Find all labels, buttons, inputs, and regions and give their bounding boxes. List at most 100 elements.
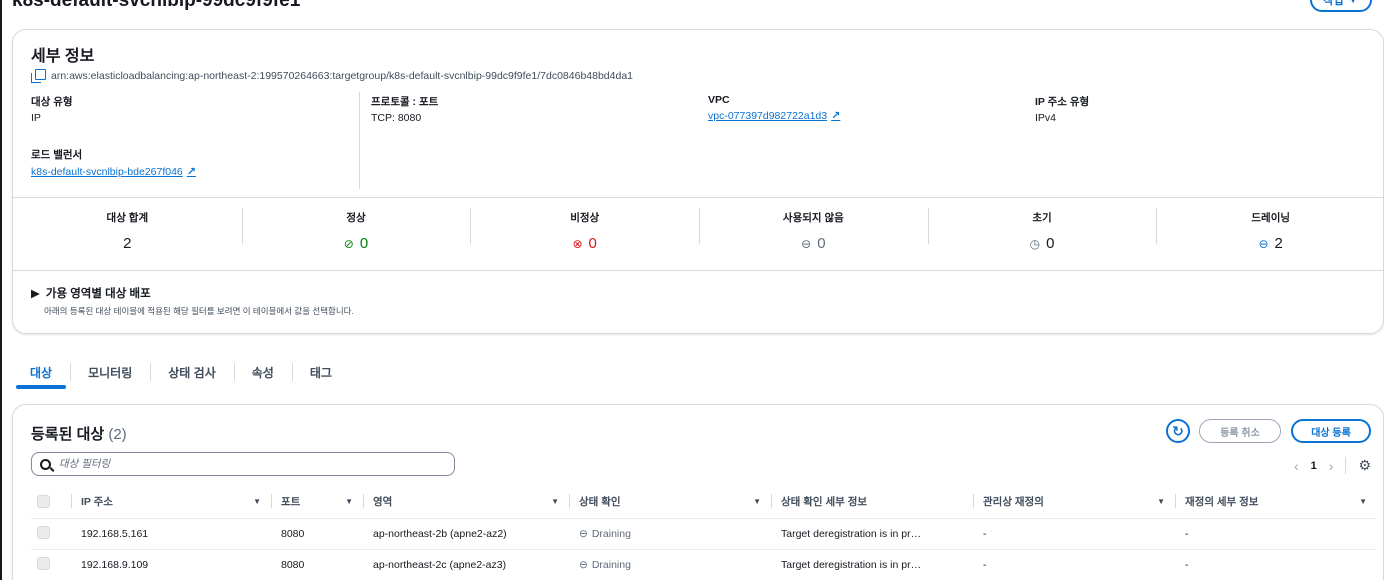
register-targets-button[interactable]: 대상 등록 xyxy=(1291,419,1371,443)
select-all-checkbox[interactable] xyxy=(37,494,50,508)
zone-cell: ap-northeast-2c (apne2-az3) xyxy=(373,558,507,571)
left-edge-rule xyxy=(0,0,2,580)
stat-label: 정상 xyxy=(346,212,366,224)
column-header-ip[interactable]: IP 주소 ▼ xyxy=(71,489,271,513)
stat-initial: 초기 ◷ 0 xyxy=(927,198,1157,270)
az-description: 아래의 등록된 대상 테이블에 적용된 해당 필터를 보려면 이 테이블에서 값… xyxy=(44,306,354,316)
column-header-zone[interactable]: 영역 ▼ xyxy=(363,489,569,513)
protocol-value: TCP: 8080 xyxy=(371,112,422,124)
gear-icon[interactable]: ⚙ xyxy=(1345,457,1371,474)
health-detail-cell: Target deregistration is in pr… xyxy=(781,558,922,571)
ip-cell: 192.168.5.161 xyxy=(81,527,149,540)
next-page-icon[interactable]: › xyxy=(1329,458,1334,474)
refresh-button[interactable]: ↻ xyxy=(1166,419,1190,443)
target-type-value: IP xyxy=(31,112,41,124)
tab-monitoring[interactable]: 모니터링 xyxy=(70,358,150,386)
stat-label: 초기 xyxy=(1032,212,1052,224)
vpc-link[interactable]: vpc-077397d982722a1d3 ↗ xyxy=(708,109,841,123)
stat-number: 0 xyxy=(817,235,826,252)
stat-label: 비정상 xyxy=(570,212,600,224)
ip-type-field: IP 주소 유형 IPv4 xyxy=(1035,94,1089,124)
minus-circle-icon: ⊖ xyxy=(1258,236,1269,251)
registered-targets-card: 등록된 대상 (2) ↻ 등록 취소 대상 등록 ‹ 1 › ⚙ IP 주소 ▼ … xyxy=(12,404,1384,580)
registered-targets-title: 등록된 대상 (2) xyxy=(31,423,127,444)
minus-circle-icon: ⊖ xyxy=(579,558,588,571)
az-toggle-label: 가용 영역별 대상 배포 xyxy=(45,288,151,300)
az-distribution-toggle[interactable]: ▶ 가용 영역별 대상 배포 xyxy=(31,285,151,301)
external-link-icon: ↗ xyxy=(186,166,196,178)
stat-draining: 드레이닝 ⊖ 2 xyxy=(1156,198,1384,270)
column-header-override-detail[interactable]: 재정의 세부 정보 ▼ xyxy=(1175,489,1377,513)
arn-row: arn:aws:elasticloadbalancing:ap-northeas… xyxy=(31,69,633,83)
actions-dropdown-button[interactable]: 작업 ▼ xyxy=(1310,0,1372,12)
tab-tags[interactable]: 태그 xyxy=(291,358,350,386)
column-label: 재정의 세부 정보 xyxy=(1185,495,1259,508)
protocol-field: 프로토콜 : 포트 TCP: 8080 xyxy=(371,94,438,124)
sort-icon: ▼ xyxy=(253,496,261,506)
row-checkbox[interactable] xyxy=(37,556,50,570)
sort-icon: ▼ xyxy=(1359,496,1367,506)
target-type-label: 대상 유형 xyxy=(31,96,73,108)
sort-icon: ▼ xyxy=(753,496,761,506)
health-cell: ⊖ Draining xyxy=(569,559,771,571)
tab-attributes[interactable]: 속성 xyxy=(233,358,292,386)
stat-healthy: 정상 ⊘ 0 xyxy=(241,198,471,270)
clock-icon: ◷ xyxy=(1029,236,1041,251)
select-all-cell xyxy=(31,489,71,513)
override-cell: - xyxy=(983,558,987,571)
stat-label: 대상 합계 xyxy=(106,212,149,224)
sort-icon: ▼ xyxy=(1157,496,1165,506)
ip-cell: 192.168.9.109 xyxy=(81,558,149,571)
row-checkbox[interactable] xyxy=(37,525,50,539)
column-label: 상태 확인 세부 정보 xyxy=(781,495,868,508)
registered-targets-count: (2) xyxy=(108,426,127,443)
previous-page-icon[interactable]: ‹ xyxy=(1294,458,1299,474)
port-cell: 8080 xyxy=(281,527,305,540)
tab-bar: 대상 모니터링 상태 검사 속성 태그 xyxy=(12,357,350,389)
copy-icon[interactable] xyxy=(31,69,46,83)
load-balancer-label: 로드 밸런서 xyxy=(31,149,83,161)
stat-number: 2 xyxy=(1274,235,1283,252)
actions-label: 작업 xyxy=(1323,0,1344,7)
row-select-cell xyxy=(31,556,71,573)
ip-type-value: IPv4 xyxy=(1035,112,1057,124)
stat-unused: 사용되지 않음 ⊖ 0 xyxy=(699,198,928,270)
external-link-icon: ↗ xyxy=(831,110,841,122)
health-cell: ⊖ Draining xyxy=(569,528,771,540)
details-card: 세부 정보 arn:aws:elasticloadbalancing:ap-no… xyxy=(12,29,1384,334)
health-status-text: Draining xyxy=(591,527,631,540)
stat-value: ⊖ 2 xyxy=(1258,235,1282,252)
stat-unhealthy: 비정상 ⊗ 0 xyxy=(470,198,699,270)
details-header: 세부 정보 xyxy=(31,48,95,65)
filter-field xyxy=(31,452,455,476)
minus-circle-icon: ⊖ xyxy=(579,527,588,540)
filter-input[interactable] xyxy=(59,458,439,470)
page-title: k8s-default-svcnlbip-99dc9f9fe1 xyxy=(12,0,301,11)
page-number[interactable]: 1 xyxy=(1311,460,1317,472)
table-row[interactable]: 192.168.5.161 8080 ap-northeast-2b (apne… xyxy=(31,518,1377,548)
load-balancer-link[interactable]: k8s-default-svcnlbip-bde267f046 ↗ xyxy=(31,165,196,179)
refresh-icon: ↻ xyxy=(1172,422,1184,439)
override-detail-cell: - xyxy=(1185,558,1189,571)
target-stats: 대상 합계 2 정상 ⊘ 0 비정상 ⊗ 0 사용되지 않음 ⊖ 0 초기 ◷ 0 드레… xyxy=(13,198,1384,270)
column-label: 상태 확인 xyxy=(579,495,621,508)
table-header: IP 주소 ▼ 포트 ▼ 영역 ▼ 상태 확인 ▼ 상태 확인 세부 정보 관리상 재정… xyxy=(31,489,1377,513)
stat-value: 2 xyxy=(123,235,131,252)
deregister-button[interactable]: 등록 취소 xyxy=(1199,419,1281,443)
column-label: 포트 xyxy=(281,495,301,508)
vpc-link-text: vpc-077397d982722a1d3 xyxy=(708,109,828,122)
stat-number: 0 xyxy=(359,235,369,252)
divider xyxy=(359,92,360,189)
column-header-port[interactable]: 포트 ▼ xyxy=(271,489,363,513)
tab-targets[interactable]: 대상 xyxy=(12,358,70,389)
column-header-override[interactable]: 관리상 재정의 ▼ xyxy=(973,489,1175,513)
column-header-health[interactable]: 상태 확인 ▼ xyxy=(569,489,771,513)
stat-value: ⊘ 0 xyxy=(344,235,368,252)
stat-number: 0 xyxy=(588,235,597,252)
error-circle-icon: ⊗ xyxy=(572,236,583,251)
column-header-health-detail[interactable]: 상태 확인 세부 정보 xyxy=(771,489,973,513)
tab-health-checks[interactable]: 상태 검사 xyxy=(150,358,234,386)
protocol-label: 프로토콜 : 포트 xyxy=(371,96,439,108)
override-cell: - xyxy=(983,527,987,540)
table-row[interactable]: 192.168.9.109 8080 ap-northeast-2c (apne… xyxy=(31,549,1377,579)
